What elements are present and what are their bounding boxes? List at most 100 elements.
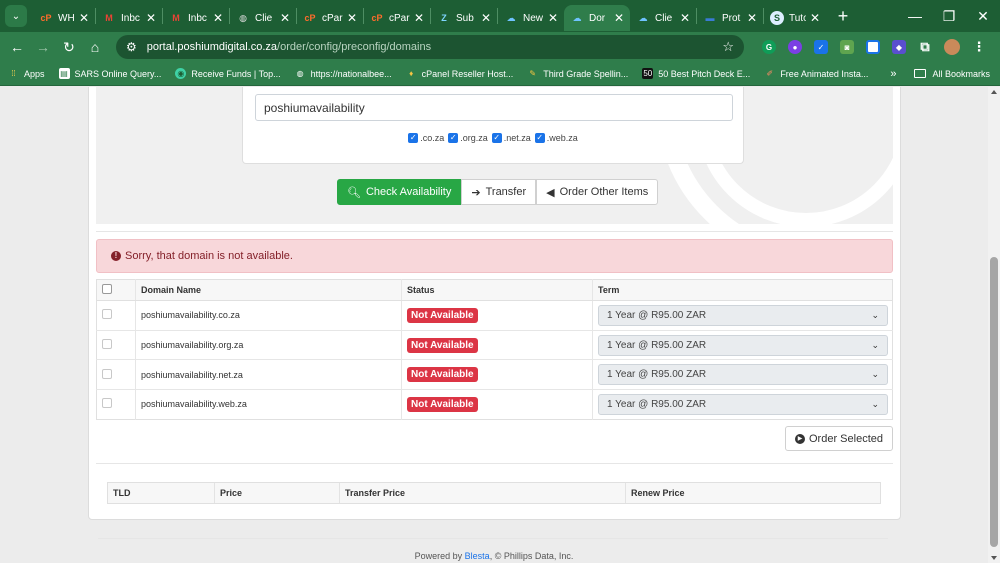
tab-7[interactable]: ☁ New ✕ — [498, 5, 564, 31]
alert-message: Sorry, that domain is not available. — [125, 250, 293, 262]
checkbox-checked-icon[interactable]: ✓ — [491, 133, 502, 143]
blesta-link[interactable]: Blesta — [465, 551, 490, 561]
extension-check-icon[interactable]: ✓ — [814, 40, 828, 54]
forward-icon[interactable]: → — [30, 39, 56, 55]
scroll-down-icon[interactable] — [991, 556, 997, 560]
extension-ring-icon[interactable] — [866, 40, 880, 54]
bookmark-pitch-deck[interactable]: 50 50 Best Pitch Deck E... — [642, 68, 750, 79]
tab-1[interactable]: M Inbc ✕ — [96, 5, 162, 31]
row-checkbox[interactable] — [102, 309, 112, 320]
extension-cup-icon[interactable]: ◙ — [840, 40, 854, 54]
term-cell: 1 Year @ R95.00 ZAR ⌄ — [592, 329, 893, 360]
extension-mask-icon[interactable]: ◆ — [892, 40, 906, 54]
term-select[interactable]: 1 Year @ R95.00 ZAR ⌄ — [598, 304, 888, 326]
tld-co-za[interactable]: ✓ .co.za — [408, 133, 444, 143]
bookmark-spelling[interactable]: ✎ Third Grade Spellin... — [527, 68, 628, 79]
status-badge: Not Available — [407, 337, 478, 353]
tab-4[interactable]: cP cPar ✕ — [297, 5, 363, 31]
bookmark-nationalbee[interactable]: ◍ https://nationalbee... — [295, 68, 392, 79]
pricing-header-tld: TLD — [108, 483, 215, 503]
dash-icon: ▬ — [705, 13, 715, 23]
close-icon[interactable]: ✕ — [548, 11, 558, 25]
cloud-icon: ☁ — [506, 12, 516, 23]
bookmark-label: Receive Funds | Top... — [191, 68, 281, 79]
all-bookmarks-button[interactable]: All Bookmarks — [914, 69, 990, 79]
close-icon[interactable]: ✕ — [680, 11, 690, 25]
grammarly-icon[interactable]: G — [762, 40, 776, 54]
tab-9[interactable]: ☁ Clie ✕ — [630, 5, 696, 31]
tab-0[interactable]: cP WH ✕ — [33, 5, 95, 31]
tld-org-za[interactable]: ✓ .org.za — [448, 133, 488, 143]
status-badge: Not Available — [407, 307, 478, 323]
close-window-icon[interactable]: ✕ — [966, 8, 1000, 25]
close-icon[interactable]: ✕ — [146, 11, 156, 25]
tab-search-icon[interactable]: ⌄ — [5, 5, 27, 27]
divider — [96, 463, 893, 464]
scrollbar-thumb[interactable] — [990, 257, 998, 547]
bookmarks-overflow-button[interactable]: » — [890, 68, 896, 80]
term-select[interactable]: 1 Year @ R95.00 ZAR ⌄ — [598, 393, 888, 415]
button-label: Order Selected — [809, 432, 883, 445]
extension-circle-icon[interactable]: ● — [788, 40, 802, 54]
bookmarks-bar: ⁞⁞ Apps ▤ SARS Online Query... ◉ Receive… — [0, 62, 1000, 86]
home-icon[interactable]: ⌂ — [82, 39, 108, 55]
bookmark-receive-funds[interactable]: ◉ Receive Funds | Top... — [175, 68, 281, 79]
tab-2[interactable]: M Inbc ✕ — [163, 5, 229, 31]
close-icon[interactable]: ✕ — [614, 11, 624, 25]
transfer-button[interactable]: ➔ Transfer — [461, 179, 537, 205]
minimize-icon[interactable]: — — [898, 8, 932, 25]
new-tab-button[interactable]: + — [830, 6, 856, 27]
row-checkbox[interactable] — [102, 339, 112, 350]
search-action-buttons: 🔍︎ Check Availability ➔ Transfer ◀ Order… — [337, 179, 659, 205]
term-select[interactable]: 1 Year @ R95.00 ZAR ⌄ — [598, 364, 888, 386]
checkbox-checked-icon[interactable]: ✓ — [534, 133, 545, 143]
site-info-icon[interactable]: ⚙ — [126, 40, 137, 54]
close-icon[interactable]: ✕ — [481, 11, 491, 25]
bookmark-label: Third Grade Spellin... — [543, 68, 629, 79]
badge-icon: ♦ — [409, 69, 414, 78]
address-bar[interactable]: ⚙ portal.poshiumdigital.co.za/order/conf… — [116, 35, 744, 59]
row-checkbox[interactable] — [102, 398, 112, 409]
tab-6[interactable]: Z Sub ✕ — [431, 5, 497, 31]
tab-3[interactable]: ◍ Clie ✕ — [230, 5, 296, 31]
tab-11[interactable]: S Tuto ✕ — [764, 5, 826, 31]
tab-10[interactable]: ▬ Prot ✕ — [697, 5, 763, 31]
domain-search-input[interactable] — [255, 94, 733, 121]
close-icon[interactable]: ✕ — [414, 11, 424, 25]
order-other-items-button[interactable]: ◀ Order Other Items — [536, 179, 659, 205]
term-select[interactable]: 1 Year @ R95.00 ZAR ⌄ — [598, 334, 888, 356]
bookmark-apps[interactable]: ⁞⁞ Apps — [8, 68, 44, 79]
close-icon[interactable]: ✕ — [747, 11, 757, 25]
tab-5[interactable]: cP cPar ✕ — [364, 5, 430, 31]
checkbox-checked-icon[interactable]: ✓ — [448, 133, 459, 143]
avatar[interactable] — [944, 39, 960, 55]
close-icon[interactable]: ✕ — [810, 11, 820, 25]
row-checkbox[interactable] — [102, 368, 112, 379]
checkbox-checked-icon[interactable]: ✓ — [408, 133, 419, 143]
restore-icon[interactable]: ❐ — [932, 8, 966, 25]
menu-kebab-icon[interactable]: ⋮ — [972, 39, 986, 54]
page-scrollbar[interactable] — [988, 87, 1000, 563]
bookmark-cpanel-reseller[interactable]: ♦ cPanel Reseller Host... — [406, 68, 513, 79]
order-selected-button[interactable]: ▶ Order Selected — [785, 426, 893, 451]
scroll-up-icon[interactable] — [991, 90, 997, 94]
tab-8-active[interactable]: ☁ Dor ✕ — [564, 5, 630, 31]
bookmark-sars[interactable]: ▤ SARS Online Query... — [58, 68, 161, 79]
close-icon[interactable]: ✕ — [280, 11, 290, 25]
back-icon[interactable]: ← — [4, 39, 30, 55]
extensions-puzzle-icon[interactable]: ⧉ — [918, 39, 932, 54]
close-icon[interactable]: ✕ — [347, 11, 357, 25]
footer-suffix: , © Phillips Data, Inc. — [489, 551, 574, 561]
globe-icon: ◍ — [296, 69, 304, 78]
bookmark-animated-insta[interactable]: ✐ Free Animated Insta... — [764, 68, 868, 79]
tld-web-za[interactable]: ✓ .web.za — [534, 133, 578, 143]
bullhorn-icon: ◀ — [546, 186, 555, 199]
select-all-checkbox[interactable] — [102, 284, 112, 294]
check-availability-button[interactable]: 🔍︎ Check Availability — [337, 179, 462, 205]
reload-icon[interactable]: ↻ — [56, 39, 82, 56]
tld-net-za[interactable]: ✓ .net.za — [491, 133, 531, 143]
close-icon[interactable]: ✕ — [79, 11, 89, 25]
exclamation-circle-icon: ! — [111, 251, 121, 261]
close-icon[interactable]: ✕ — [213, 11, 223, 25]
bookmark-star-icon[interactable]: ☆ — [722, 39, 734, 55]
